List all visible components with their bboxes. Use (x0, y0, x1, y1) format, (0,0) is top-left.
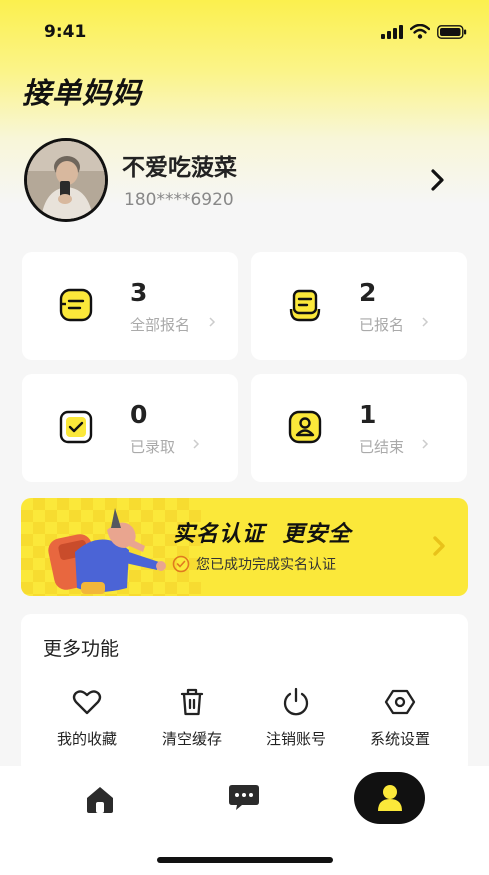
stat-label: 已录取 (130, 438, 176, 456)
traveler-illustration (48, 508, 166, 594)
profile-icon (378, 785, 402, 811)
stat-count: 1 (359, 400, 377, 429)
avatar-photo (27, 141, 105, 219)
signal-icon (381, 24, 403, 39)
stat-count: 0 (130, 400, 148, 429)
stat-card-accepted[interactable]: 0 已录取 (22, 374, 238, 482)
favorites-button[interactable]: 我的收藏 (39, 686, 135, 749)
avatar[interactable] (24, 138, 108, 222)
stat-card-all[interactable]: 3 全部报名 (22, 252, 238, 360)
power-icon (283, 687, 309, 716)
chevron-right-icon (193, 439, 200, 449)
chevron-right-icon (422, 439, 429, 449)
phone-number: 180****6920 (124, 190, 234, 210)
banner-subtitle: 您已成功完成实名认证 (196, 557, 336, 573)
stat-label: 已结束 (359, 438, 405, 456)
status-icons (381, 24, 467, 39)
banner-title: 实名认证 更安全 (173, 522, 352, 547)
chevron-right-icon[interactable] (432, 535, 446, 557)
deactivate-account-button[interactable]: 注销账号 (248, 686, 344, 749)
chevron-right-icon (422, 317, 429, 327)
heart-icon (72, 690, 102, 715)
status-bar: 9:41 (0, 0, 489, 62)
person-icon (288, 410, 322, 444)
settings-icon (384, 689, 416, 715)
message-icon[interactable] (228, 782, 260, 812)
status-time: 9:41 (44, 22, 87, 42)
function-label: 注销账号 (265, 730, 326, 748)
banner-status: 您已成功完成实名认证 (172, 554, 336, 574)
battery-icon (437, 24, 467, 39)
clipboard-icon (289, 289, 321, 322)
stat-card-applied[interactable]: 2 已报名 (251, 252, 467, 360)
home-icon[interactable] (84, 784, 116, 814)
stat-count: 2 (359, 278, 377, 307)
profile-row[interactable]: 不爱吃菠菜 180****6920 (22, 138, 467, 224)
document-icon (59, 288, 93, 322)
stat-count: 3 (130, 278, 148, 307)
wifi-icon (410, 24, 430, 39)
function-label: 我的收藏 (56, 730, 117, 748)
checkbox-icon (59, 410, 93, 444)
tab-profile-active[interactable] (354, 772, 425, 824)
clear-cache-button[interactable]: 清空缓存 (144, 686, 240, 749)
home-indicator (157, 857, 333, 863)
trash-icon (180, 688, 204, 716)
function-label: 系统设置 (369, 730, 430, 748)
app-title: 接单妈妈 (22, 76, 143, 110)
chevron-right-icon[interactable] (427, 166, 449, 194)
real-name-banner[interactable]: 实名认证 更安全 您已成功完成实名认证 (21, 498, 468, 596)
username: 不爱吃菠菜 (122, 155, 237, 181)
stat-label: 已报名 (359, 316, 405, 334)
section-title: 更多功能 (43, 638, 120, 660)
chevron-right-icon (209, 317, 216, 327)
stat-card-finished[interactable]: 1 已结束 (251, 374, 467, 482)
system-settings-button[interactable]: 系统设置 (352, 686, 448, 749)
stat-label: 全部报名 (130, 316, 191, 334)
check-circle-icon (172, 555, 190, 573)
function-label: 清空缓存 (161, 730, 222, 748)
more-functions-card: 更多功能 我的收藏 清空缓存 注销账号 系统设置 (21, 614, 468, 774)
